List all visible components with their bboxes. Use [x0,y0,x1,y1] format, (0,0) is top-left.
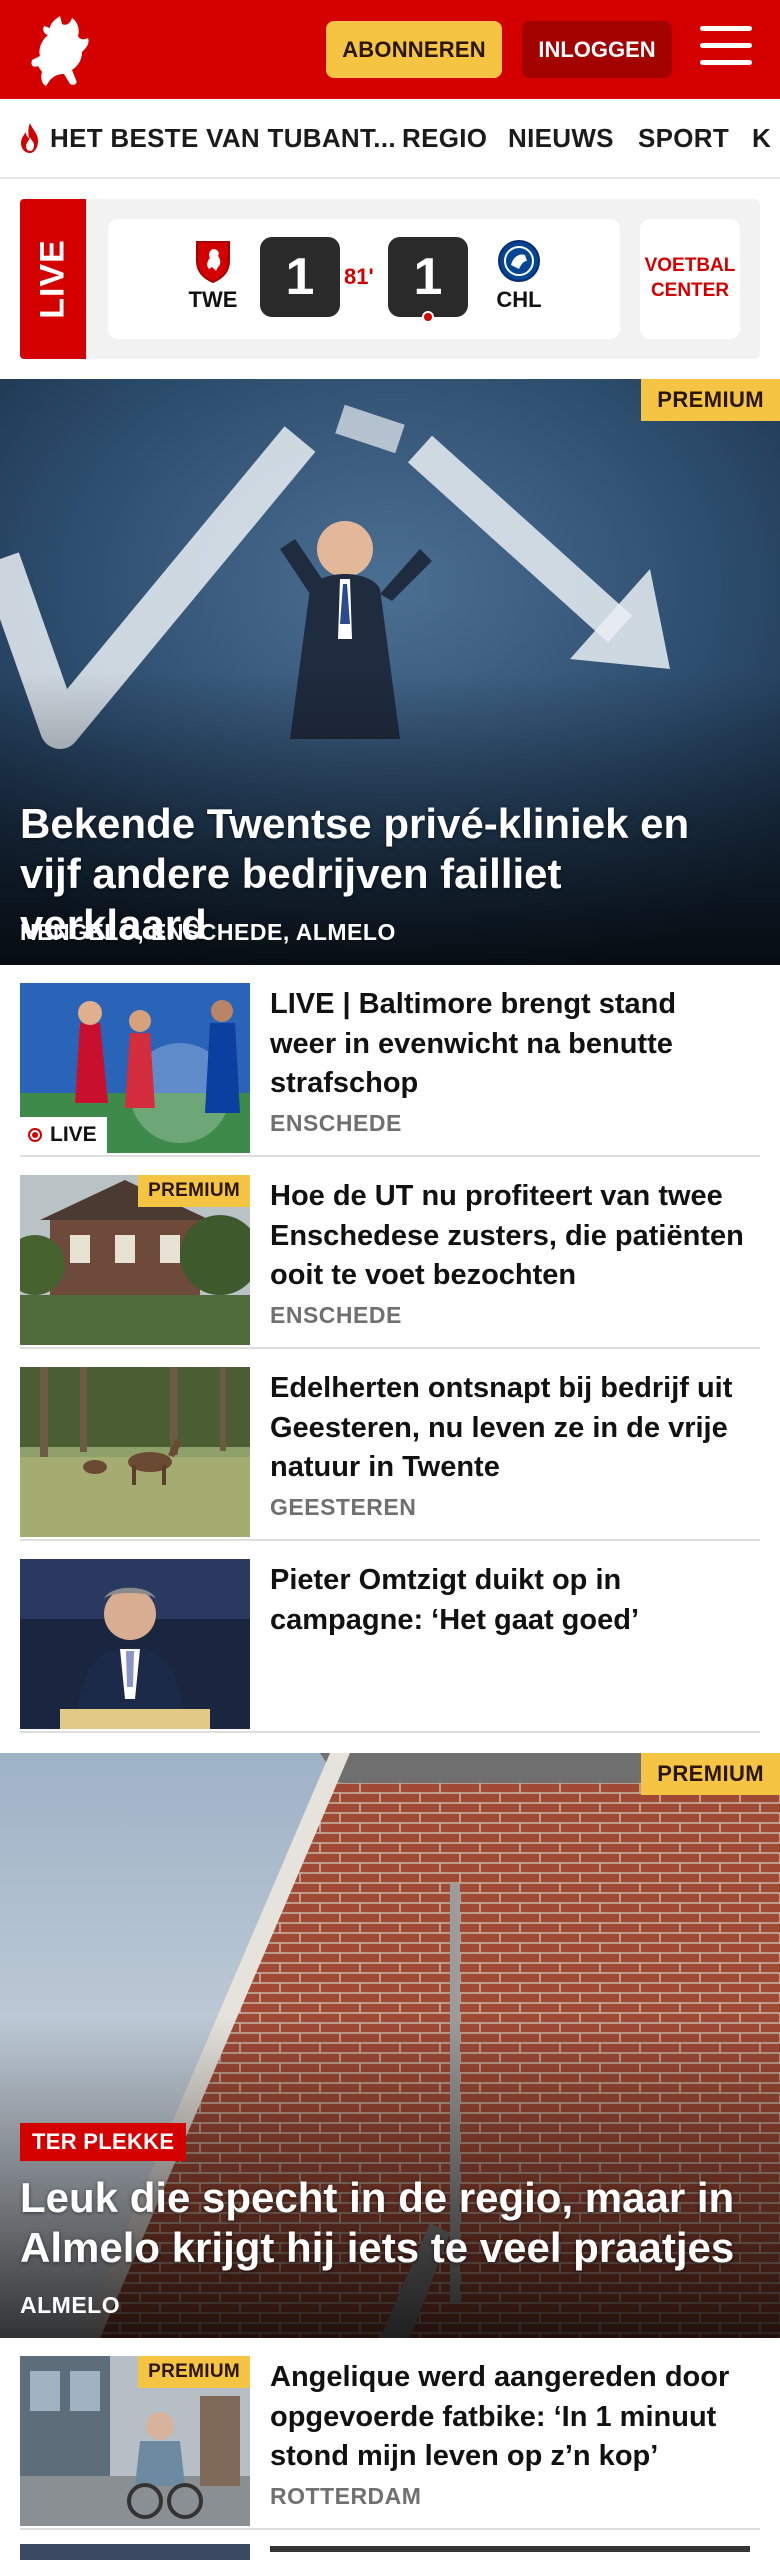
live-indicator: LIVE [20,1117,107,1153]
login-button[interactable]: INLOGGEN [522,21,672,78]
article-thumbnail: PREMIUM [20,1175,250,1345]
nav-item-regio[interactable]: REGIO [402,99,487,177]
article-thumbnail: PREMIUM [20,2356,250,2526]
article-title[interactable]: Hoe de UT nu profiteert van twee Ensched… [270,1177,750,1296]
article-thumbnail: LIVE [20,983,250,1153]
list-item[interactable]: PREMIUM Angelique werd aangereden door o… [20,2338,760,2530]
subscribe-button[interactable]: ABONNEREN [326,21,502,78]
flame-icon [21,123,38,153]
nav-item-label: K [752,122,772,153]
nav-item-label: HET BESTE VAN TUBANT... [50,122,396,153]
next-article-thumbnail-peek [20,2544,250,2560]
nav-item-label: NIEUWS [508,122,614,153]
list-item[interactable]: Pieter Omtzigt duikt op in campagne: ‘He… [20,1541,760,1733]
hero-location: ALMELO [20,2292,121,2318]
next-article-title-peek [270,2546,750,2552]
section-navigation: HET BESTE VAN TUBANT... REGIO NIEUWS SPO… [0,99,780,179]
away-score: 1 [388,237,468,317]
recent-goal-indicator [422,311,434,323]
article-thumbnail [20,1559,250,1729]
premium-badge: PREMIUM [138,2356,250,2388]
article-location: ENSCHEDE [270,1302,402,1328]
score-card[interactable]: TWE 1 81' 1 CHL [108,219,620,339]
nav-item-label: SPORT [638,122,730,153]
live-match-widget[interactable]: LIVE TWE 1 81' 1 CHL VOETBAL CENTER [20,199,760,359]
top-header: ABONNEREN INLOGGEN [0,0,780,99]
premium-badge: PREMIUM [641,379,780,421]
article-location: ENSCHEDE [270,1110,402,1136]
fc-twente-crest-icon [196,241,230,283]
nav-item-label: REGIO [402,122,488,153]
hero-article-woodpecker[interactable]: PREMIUM TER PLEKKE Leuk die specht in de… [0,1753,780,2338]
article-location: GEESTEREN [270,1494,417,1520]
nav-item-overflow[interactable]: K [752,99,771,177]
premium-badge: PREMIUM [138,1175,250,1207]
home-team-code: TWE [188,287,238,312]
chelsea-crest-icon [498,240,540,282]
match-minute: 81' [344,264,374,289]
tubantia-horse-logo-icon[interactable] [20,10,102,90]
nav-item-nieuws[interactable]: NIEUWS [508,99,614,177]
category-kicker: TER PLEKKE [20,2123,187,2161]
article-title[interactable]: Edelherten ontsnapt bij bedrijf uit Gees… [270,1369,750,1488]
away-team-code: CHL [496,287,542,312]
list-item[interactable]: Edelherten ontsnapt bij bedrijf uit Gees… [20,1349,760,1541]
record-dot-icon [28,1128,42,1142]
article-thumbnail [20,1367,250,1537]
nav-item-sport[interactable]: SPORT [638,99,729,177]
hamburger-menu-icon[interactable] [700,26,752,70]
premium-badge: PREMIUM [641,1753,780,1795]
hero-location: HENGELO, ENSCHEDE, ALMELO [20,919,396,945]
article-location: ROTTERDAM [270,2483,422,2509]
home-score: 1 [260,237,340,317]
hero-title[interactable]: Leuk die specht in de regio, maar in Alm… [20,2173,750,2274]
list-item[interactable]: PREMIUM Hoe de UT nu profiteert van twee… [20,1157,760,1349]
away-team: CHL [484,239,554,313]
hero-article-bankruptcy[interactable]: PREMIUM Bekende Twentse privé-kliniek en… [0,379,780,965]
article-title[interactable]: Pieter Omtzigt duikt op in campagne: ‘He… [270,1561,750,1640]
article-title[interactable]: LIVE | Baltimore brengt stand weer in ev… [270,985,750,1104]
article-title[interactable]: Angelique werd aangereden door opgevoerd… [270,2358,750,2477]
live-tag: LIVE [20,199,86,359]
home-team: TWE [178,239,248,313]
list-item[interactable]: LIVE LIVE | Baltimore brengt stand weer … [20,965,760,1157]
nav-item-best-of[interactable]: HET BESTE VAN TUBANT... [16,99,396,177]
voetbal-center-button[interactable]: VOETBAL CENTER [640,219,740,339]
